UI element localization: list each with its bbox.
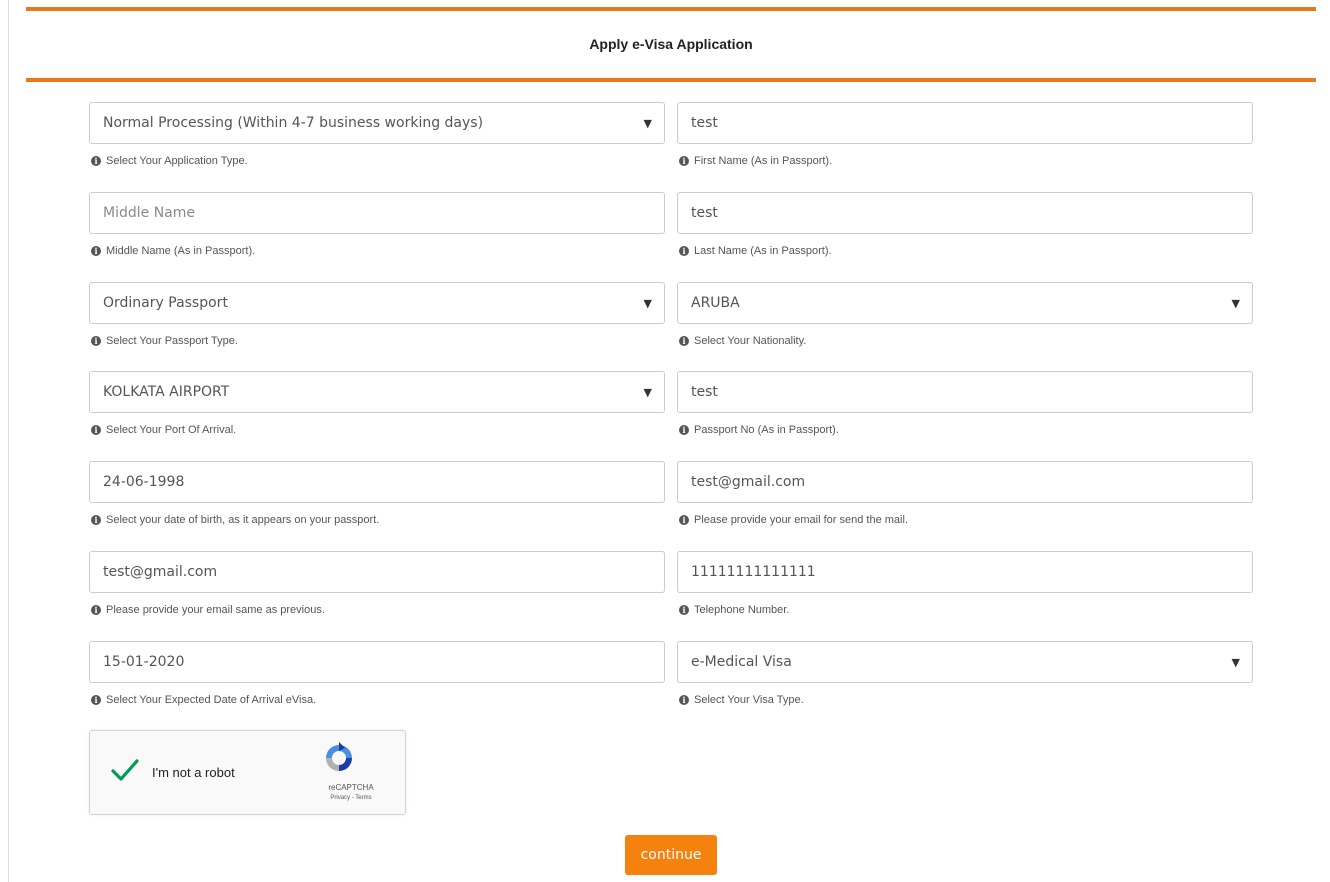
info-circle-icon: i [679, 156, 689, 166]
help-text: Select Your Application Type. [106, 155, 248, 167]
help-text: Select Your Visa Type. [694, 694, 804, 706]
middle-name-help: i Middle Name (As in Passport). [91, 245, 255, 257]
help-text: Last Name (As in Passport). [694, 245, 832, 257]
last-name-help: i Last Name (As in Passport). [679, 245, 832, 257]
first-name-value: test [691, 115, 718, 131]
passport-number-help: i Passport No (As in Passport). [679, 424, 839, 436]
info-circle-icon: i [679, 336, 689, 346]
info-circle-icon: i [679, 515, 689, 525]
help-text: Please provide your email for send the m… [694, 514, 908, 526]
help-text: Telephone Number. [694, 604, 790, 616]
application-type-value: Normal Processing (Within 4-7 business w… [103, 115, 484, 131]
visa-type-value: e-Medical Visa [691, 654, 792, 670]
passport-number-field[interactable]: test [677, 371, 1253, 413]
nationality-select[interactable]: ARUBA ▼ [677, 282, 1253, 324]
application-type-select[interactable]: Normal Processing (Within 4-7 business w… [89, 102, 665, 144]
telephone-field[interactable]: 11111111111111 [677, 551, 1253, 593]
visa-type-select[interactable]: e-Medical Visa ▼ [677, 641, 1253, 683]
caret-down-icon: ▼ [1231, 297, 1240, 310]
help-text: Select Your Expected Date of Arrival eVi… [106, 694, 317, 706]
recaptcha-brand: reCAPTCHA [328, 783, 374, 792]
info-circle-icon: i [91, 605, 101, 615]
last-name-field[interactable]: test [677, 192, 1253, 234]
application-type-help: i Select Your Application Type. [91, 155, 248, 167]
header-accent-rule [26, 78, 1316, 82]
passport-number-value: test [691, 384, 718, 400]
email-field[interactable]: test@gmail.com [677, 461, 1253, 503]
passport-type-select[interactable]: Ordinary Passport ▼ [89, 282, 665, 324]
nationality-help: i Select Your Nationality. [679, 335, 806, 347]
info-circle-icon: i [679, 246, 689, 256]
port-of-arrival-value: KOLKATA AIRPORT [103, 384, 230, 400]
middle-name-placeholder: Middle Name [103, 205, 195, 221]
page-left-border [8, 0, 9, 882]
recaptcha-label: I'm not a robot [152, 765, 235, 780]
confirm-email-value: test@gmail.com [103, 564, 218, 580]
help-text: Select your date of birth, as it appears… [106, 514, 380, 526]
date-of-birth-help: i Select your date of birth, as it appea… [91, 514, 379, 526]
date-of-birth-field[interactable]: 24-06-1998 [89, 461, 665, 503]
info-circle-icon: i [91, 336, 101, 346]
top-accent-rule [26, 7, 1316, 11]
caret-down-icon: ▼ [643, 117, 652, 130]
help-text: Middle Name (As in Passport). [106, 245, 256, 257]
middle-name-field[interactable]: Middle Name [89, 192, 665, 234]
email-value: test@gmail.com [691, 474, 806, 490]
email-help: i Please provide your email for send the… [679, 514, 908, 526]
continue-button[interactable]: continue [625, 835, 717, 875]
help-text: Select Your Port Of Arrival. [106, 424, 237, 436]
caret-down-icon: ▼ [1231, 656, 1240, 669]
info-circle-icon: i [91, 515, 101, 525]
info-circle-icon: i [91, 425, 101, 435]
nationality-value: ARUBA [691, 295, 740, 311]
help-text: Select Your Nationality. [694, 335, 807, 347]
confirm-email-help: i Please provide your email same as prev… [91, 604, 325, 616]
first-name-help: i First Name (As in Passport). [679, 155, 832, 167]
checkmark-icon[interactable] [110, 755, 140, 785]
confirm-email-field[interactable]: test@gmail.com [89, 551, 665, 593]
telephone-value: 11111111111111 [691, 564, 816, 580]
info-circle-icon: i [91, 156, 101, 166]
telephone-help: i Telephone Number. [679, 604, 789, 616]
passport-type-value: Ordinary Passport [103, 295, 228, 311]
help-text: Please provide your email same as previo… [106, 604, 325, 616]
port-of-arrival-select[interactable]: KOLKATA AIRPORT ▼ [89, 371, 665, 413]
port-of-arrival-help: i Select Your Port Of Arrival. [91, 424, 236, 436]
arrival-date-help: i Select Your Expected Date of Arrival e… [91, 694, 316, 706]
visa-type-help: i Select Your Visa Type. [679, 694, 804, 706]
last-name-value: test [691, 205, 718, 221]
recaptcha-widget: I'm not a robot reCAPTCHA Privacy - Term… [89, 730, 406, 815]
caret-down-icon: ▼ [643, 297, 652, 310]
recaptcha-logo-icon [326, 742, 352, 771]
arrival-date-field[interactable]: 15-01-2020 [89, 641, 665, 683]
info-circle-icon: i [679, 605, 689, 615]
passport-type-help: i Select Your Passport Type. [91, 335, 238, 347]
info-circle-icon: i [679, 695, 689, 705]
date-of-birth-value: 24-06-1998 [103, 474, 185, 490]
info-circle-icon: i [679, 425, 689, 435]
arrival-date-value: 15-01-2020 [103, 654, 185, 670]
recaptcha-terms-link[interactable]: Privacy - Terms [320, 795, 382, 801]
help-text: First Name (As in Passport). [694, 155, 833, 167]
page-title: Apply e-Visa Application [589, 36, 753, 52]
caret-down-icon: ▼ [643, 386, 652, 399]
help-text: Select Your Passport Type. [106, 335, 238, 347]
info-circle-icon: i [91, 246, 101, 256]
help-text: Passport No (As in Passport). [694, 424, 839, 436]
info-circle-icon: i [91, 695, 101, 705]
first-name-field[interactable]: test [677, 102, 1253, 144]
